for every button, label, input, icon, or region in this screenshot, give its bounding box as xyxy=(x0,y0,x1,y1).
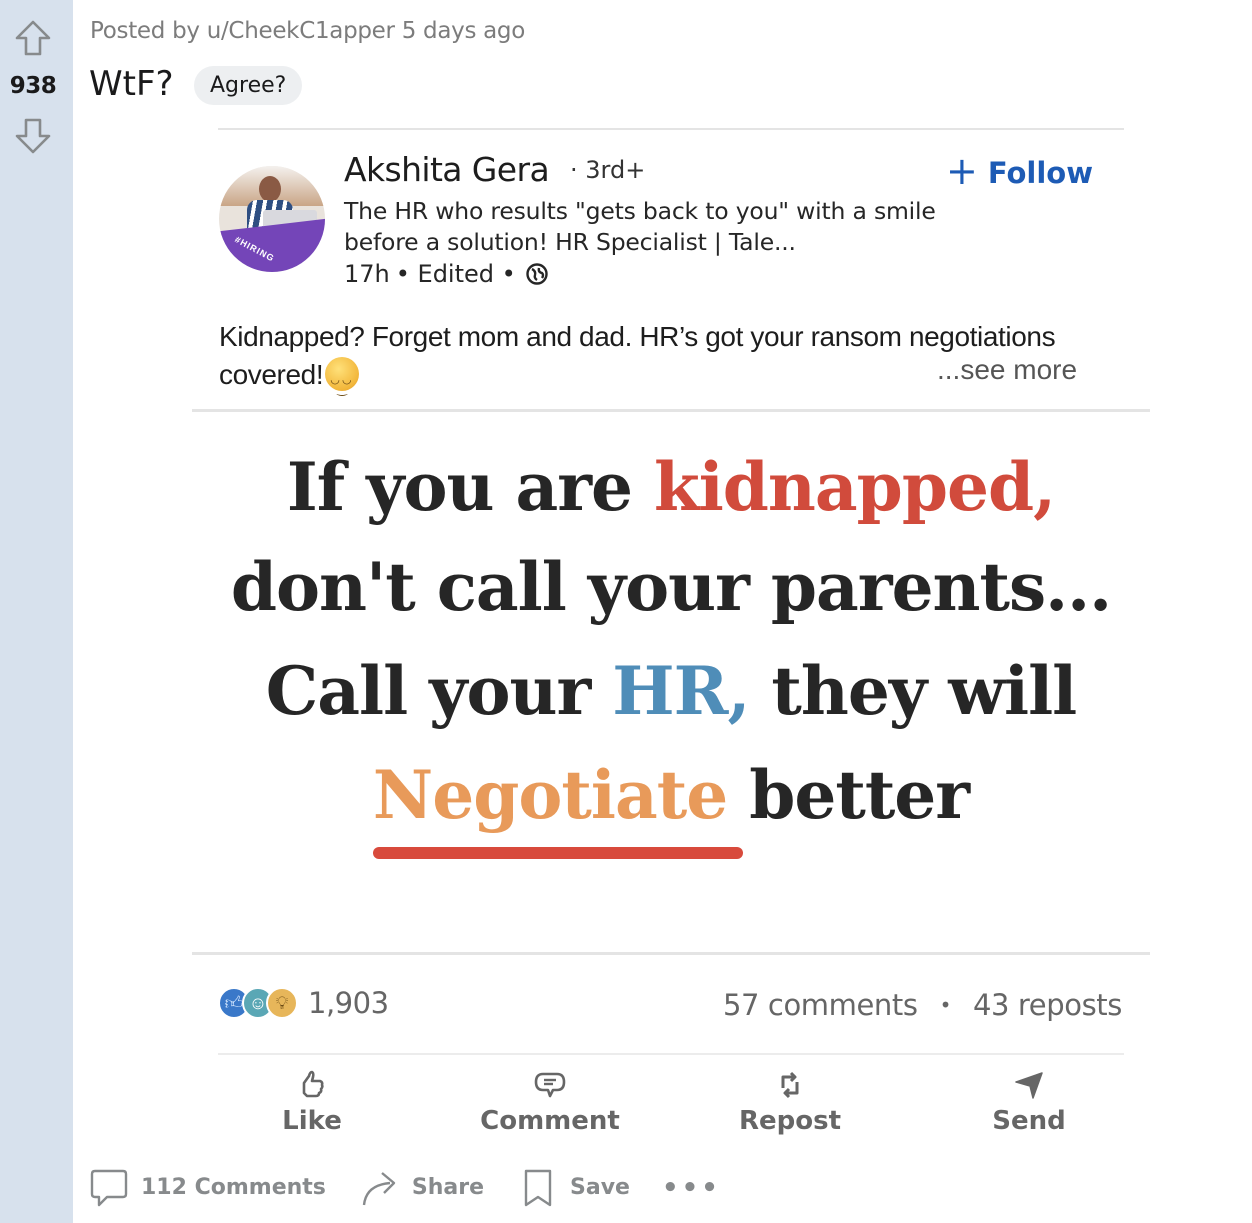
see-more-link: ...see more xyxy=(937,354,1078,385)
share-label: Share xyxy=(411,1175,485,1200)
reactions-summary: 👍︎ ☺ 💡︎ 1,903 xyxy=(218,986,389,1020)
more-options-button[interactable]: ••• xyxy=(662,1173,721,1203)
post-time: 17h xyxy=(344,260,390,288)
post-meta[interactable]: Posted by u/CheekC1apper 5 days ago xyxy=(90,18,525,44)
comments-button[interactable]: 112 Comments xyxy=(89,1167,326,1209)
post-flair[interactable]: Agree? xyxy=(194,66,303,105)
follow-label: Follow xyxy=(987,156,1093,190)
share-arrow-icon xyxy=(362,1171,396,1205)
post-title[interactable]: WtF? xyxy=(89,64,174,104)
comment-icon xyxy=(90,1169,128,1206)
save-button[interactable]: Save xyxy=(518,1167,630,1209)
vote-rail: 938 xyxy=(0,0,73,1223)
share-button[interactable]: Share xyxy=(360,1167,484,1209)
author-name: Akshita Gera xyxy=(344,150,550,189)
comments-label: 112 Comments xyxy=(141,1175,326,1200)
engagement-stats: 57 comments • 43 reposts xyxy=(723,988,1122,1022)
meme-line-4: Negotiate better xyxy=(372,756,970,834)
meme-line-1: If you are kidnapped, xyxy=(286,448,1056,526)
comment-count: 57 comments xyxy=(722,988,918,1022)
relieved-face-emoji-icon xyxy=(325,357,360,408)
meme-line-2: don't call your parents... xyxy=(230,548,1112,626)
repost-count: 43 reposts xyxy=(973,988,1122,1022)
save-label: Save xyxy=(570,1175,630,1200)
bookmark-icon xyxy=(524,1169,552,1206)
repost-action: Repost xyxy=(690,1068,890,1136)
divider xyxy=(218,128,1124,130)
like-label: Like xyxy=(282,1106,342,1136)
hiring-frame xyxy=(219,218,325,272)
arrow-up-outline-icon xyxy=(15,20,51,56)
send-label: Send xyxy=(992,1106,1066,1136)
like-action: Like xyxy=(212,1068,412,1136)
divider xyxy=(192,952,1150,955)
plus-icon: + xyxy=(946,149,978,193)
edited-label: • Edited • xyxy=(395,260,516,288)
arrow-down-outline-icon xyxy=(15,118,51,154)
comment-action: Comment xyxy=(450,1068,650,1136)
author-avatar: #HIRING xyxy=(219,166,325,272)
send-action: Send xyxy=(929,1068,1129,1136)
stats-separator: • xyxy=(939,993,952,1017)
meme-image: If you are kidnapped, don't call your pa… xyxy=(192,412,1150,952)
vote-score: 938 xyxy=(9,73,57,99)
insightful-reaction-icon: 💡︎ xyxy=(266,987,298,1019)
thumbs-up-icon xyxy=(302,1070,324,1098)
upvote-button[interactable] xyxy=(12,18,54,60)
send-icon xyxy=(1015,1072,1043,1099)
post-time-line: 17h • Edited • xyxy=(344,260,548,288)
divider xyxy=(218,1053,1124,1055)
globe-icon xyxy=(526,263,548,285)
linkedin-post-screenshot[interactable]: #HIRING Akshita Gera · 3rd+ The HR who r… xyxy=(190,128,1152,1148)
comment-label: Comment xyxy=(480,1106,620,1136)
comment-bubble-icon xyxy=(534,1072,566,1098)
repost-icon xyxy=(781,1071,799,1099)
post-actions-bar: 112 Comments Share Save ••• xyxy=(89,1165,721,1210)
downvote-button[interactable] xyxy=(12,114,54,156)
repost-label: Repost xyxy=(738,1106,842,1136)
follow-button: + Follow xyxy=(946,152,1093,190)
red-underline xyxy=(373,847,743,859)
connection-degree: · 3rd+ xyxy=(570,156,646,184)
meme-line-3: Call your HR, they will xyxy=(265,652,1078,730)
author-headline: The HR who results "gets back to you" wi… xyxy=(344,197,936,256)
reaction-count: 1,903 xyxy=(308,986,389,1020)
